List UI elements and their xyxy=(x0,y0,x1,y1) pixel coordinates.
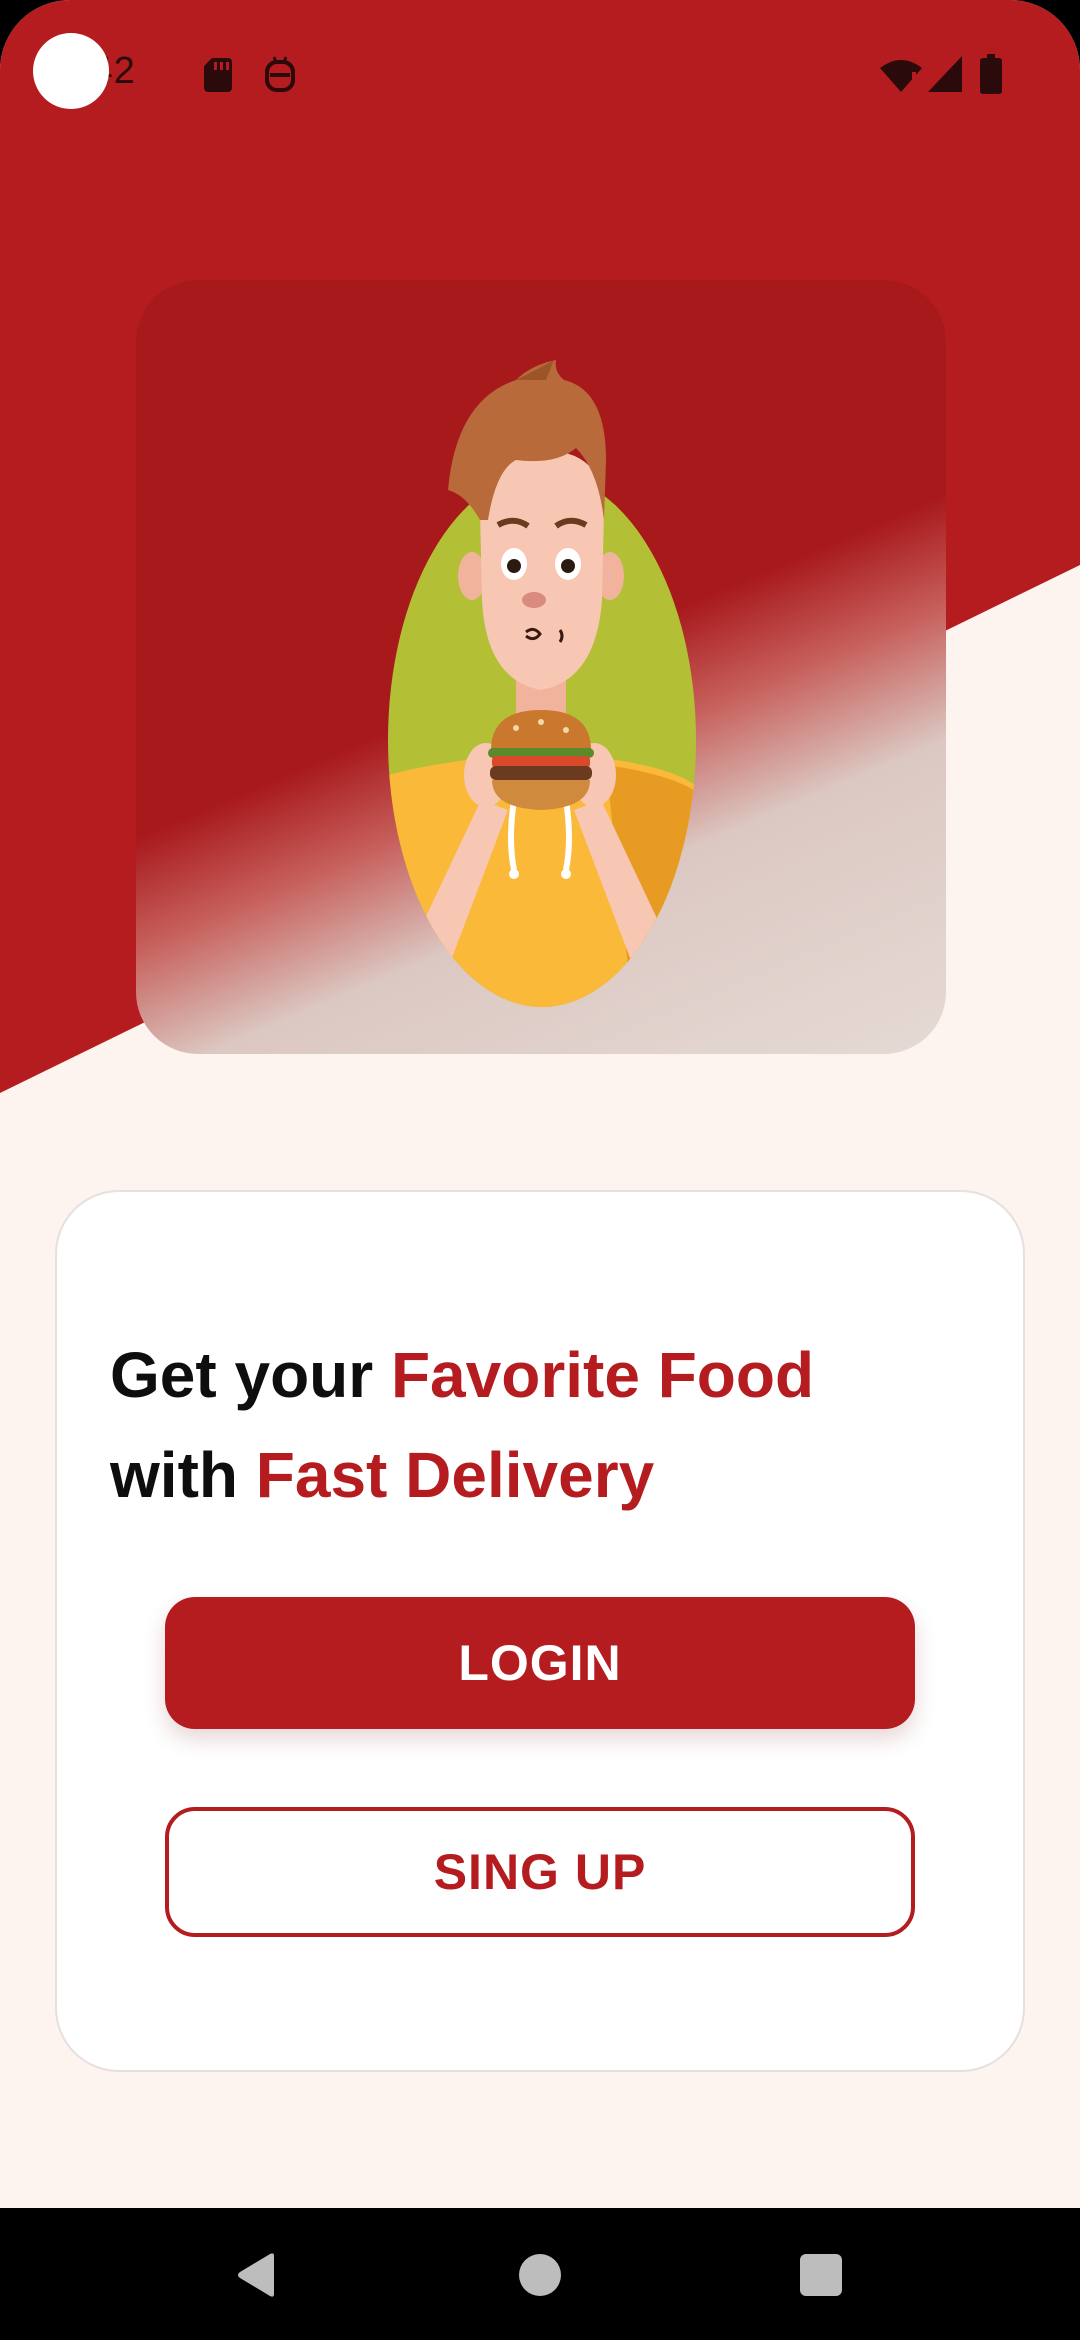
camera-cutout xyxy=(33,33,109,109)
battery-icon xyxy=(980,54,1002,94)
headline-text-1: Get your xyxy=(110,1339,391,1411)
status-bar: :42 xyxy=(0,0,1080,150)
app-screen: :42 xyxy=(0,0,1080,2340)
back-icon[interactable] xyxy=(236,2252,276,2298)
headline-accent-1: Favorite Food xyxy=(390,1339,815,1411)
headline: Get your Favorite Food with Fast Deliver… xyxy=(110,1325,990,1525)
navigation-bar xyxy=(0,2208,1080,2340)
wifi-icon xyxy=(880,60,922,92)
login-button[interactable]: LOGIN xyxy=(165,1597,915,1729)
headline-text-2: with xyxy=(110,1439,256,1511)
recents-icon[interactable] xyxy=(800,2254,842,2296)
sd-card-icon xyxy=(204,58,232,92)
signal-icon xyxy=(928,56,962,92)
signup-button[interactable]: SING UP xyxy=(165,1807,915,1937)
man-eating-burger-illustration xyxy=(388,360,696,1007)
robot-icon xyxy=(265,56,295,92)
home-icon[interactable] xyxy=(519,2254,561,2296)
hero-image xyxy=(136,280,946,1054)
headline-accent-2: Fast Delivery xyxy=(255,1439,655,1511)
